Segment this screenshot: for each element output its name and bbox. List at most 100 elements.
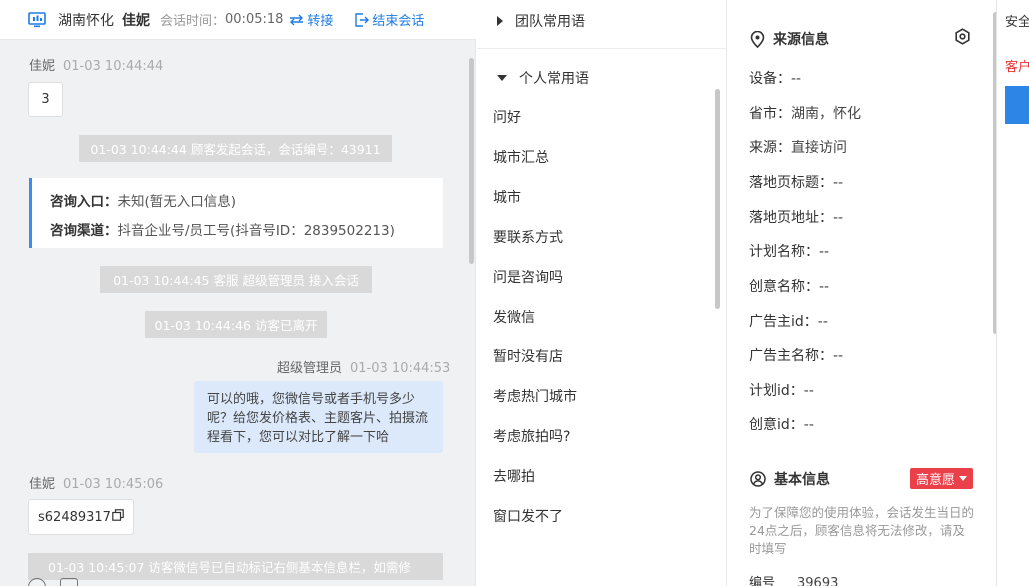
field-value: --: [803, 417, 814, 433]
field-label: 广告主名称：: [749, 348, 833, 364]
creative-id-field: 创意id：--: [749, 414, 814, 434]
personal-phrases-group[interactable]: 个人常用语: [477, 54, 727, 102]
field-label: 计划名称：: [749, 244, 819, 260]
edge-action-bar[interactable]: [1005, 86, 1029, 124]
field-value: 直接访问: [791, 140, 847, 156]
consult-entry-value: 未知(暂无入口信息): [117, 194, 237, 210]
source-info-header: 来源信息: [750, 29, 829, 49]
landing-title-field: 落地页标题：--: [749, 172, 843, 192]
system-message: 01-03 10:44:45 客服 超级管理员 接入会话: [100, 266, 372, 293]
message-time: 01-03 10:44:53: [350, 361, 451, 376]
field-value: --: [803, 383, 814, 399]
field-label: 计划id：: [749, 383, 804, 399]
session-time-label: 会话时间：: [160, 14, 226, 29]
field-value: --: [833, 348, 844, 364]
message-time: 01-03 10:44:44: [63, 59, 164, 74]
field-label: 落地页标题：: [749, 175, 833, 191]
visitor-name: 佳妮: [122, 12, 150, 29]
quick-phrases-panel: 团队常用语 个人常用语 问好 城市汇总 城市 要联系方式 问是咨询吗 发微信 暂…: [477, 0, 727, 586]
province-city-field: 省市：湖南，怀化: [749, 103, 861, 123]
source-info-title: 来源信息: [773, 32, 829, 48]
field-label: 广告主id：: [749, 314, 818, 330]
visitor-message-bubble: s62489317: [28, 499, 134, 535]
message-sender: 佳妮: [29, 59, 56, 74]
copy-icon[interactable]: [112, 509, 124, 525]
visitor-message-text: s62489317: [38, 509, 111, 525]
phrase-item[interactable]: 考虑旅拍吗?: [493, 426, 570, 446]
field-value: --: [819, 279, 830, 295]
phrase-item[interactable]: 问是咨询吗: [493, 267, 563, 287]
transfer-icon: [290, 14, 304, 25]
divider: [477, 48, 727, 49]
intent-level-dropdown[interactable]: 高意愿: [910, 468, 973, 489]
phrase-item[interactable]: 发微信: [493, 307, 535, 327]
phrase-item[interactable]: 城市: [493, 187, 521, 207]
consult-info-card: 咨询入口：未知(暂无入口信息) 咨询渠道：抖音企业号/员工号(抖音号ID：283…: [29, 178, 443, 248]
basic-info-title: 基本信息: [774, 472, 830, 488]
phrase-item[interactable]: 窗口发不了: [493, 506, 563, 526]
customer-id-field: 编号 39693: [749, 572, 838, 586]
image-icon[interactable]: [60, 578, 78, 586]
chat-panel: 湖南怀化 佳妮 会话时间： 00:05:18 转接 结束会话 佳妮 01-03 1…: [0, 0, 476, 586]
agent-message-bubble: 可以的哦，您微信号或者手机号多少呢？给您发价格表、主题客片、拍摄流程看下，您可以…: [194, 381, 443, 453]
end-session-button[interactable]: 结束会话: [355, 10, 424, 29]
field-value: --: [817, 314, 828, 330]
message-meta: 超级管理员 01-03 10:44:53: [277, 357, 450, 376]
exit-icon: [355, 12, 370, 27]
system-message: 01-03 10:45:07 访客微信号已自动标记右侧基本信息栏，如需修: [28, 553, 443, 580]
phrase-item[interactable]: 考虑热门城市: [493, 386, 577, 406]
field-value: --: [819, 244, 830, 260]
field-label: 编号: [749, 576, 776, 586]
basic-info-header: 基本信息: [750, 469, 830, 489]
side-panel-edge: 安全 客户: [996, 0, 1029, 586]
tab-customer[interactable]: 客户: [1005, 56, 1029, 75]
field-label: 来源：: [749, 140, 791, 156]
caret-down-icon: [959, 476, 967, 481]
transfer-button[interactable]: 转接: [289, 10, 333, 29]
edit-notice: 为了保障您的使用体验，会话发生当日的24点之后，顾客信息将无法修改，请及时填写: [749, 505, 975, 556]
phrase-item[interactable]: 一…: [493, 544, 521, 552]
field-value: --: [791, 71, 802, 87]
message-meta: 佳妮 01-03 10:45:06: [29, 473, 163, 492]
transfer-label: 转接: [307, 14, 334, 29]
chat-scrollbar[interactable]: [469, 58, 474, 264]
tab-security[interactable]: 安全: [1005, 11, 1029, 30]
chat-header: 湖南怀化 佳妮 会话时间： 00:05:18 转接 结束会话: [0, 0, 476, 40]
phrases-scrollbar[interactable]: [715, 89, 720, 309]
phrase-item[interactable]: 去哪拍: [493, 466, 535, 486]
team-phrases-group[interactable]: 团队常用语: [477, 0, 727, 45]
message-sender: 佳妮: [29, 477, 56, 492]
chat-workspace: 湖南怀化 佳妮 会话时间： 00:05:18 转接 结束会话 佳妮 01-03 1…: [0, 0, 1029, 586]
field-label: 落地页地址：: [749, 210, 833, 226]
visitor-message-bubble: 3: [28, 82, 63, 117]
phrase-item[interactable]: 暂时没有店: [493, 346, 563, 366]
plan-name-field: 计划名称：--: [749, 241, 829, 261]
consult-channel-value: 抖音企业号/员工号(抖音号ID：2839502213): [117, 223, 395, 239]
field-label: 创意id：: [749, 417, 804, 433]
consult-entry-key: 咨询入口：: [50, 194, 118, 210]
team-phrases-label: 团队常用语: [515, 14, 585, 30]
monitor-icon: [28, 11, 46, 28]
emoji-icon[interactable]: [28, 578, 46, 586]
system-message: 01-03 10:44:44 顾客发起会话，会话编号：43911: [79, 135, 392, 162]
session-time: 00:05:18: [225, 12, 284, 27]
field-label: 省市：: [749, 106, 791, 122]
field-value: 39693: [797, 576, 839, 586]
device-field: 设备：--: [749, 68, 801, 88]
intent-level-label: 高意愿: [915, 473, 955, 488]
phrase-item[interactable]: 城市汇总: [493, 147, 549, 167]
field-value: --: [833, 210, 844, 226]
gear-icon[interactable]: [954, 28, 971, 49]
consult-channel-key: 咨询渠道：: [50, 223, 118, 239]
field-label: 创意名称：: [749, 279, 819, 295]
consult-entry-row: 咨询入口：未知(暂无入口信息): [50, 188, 443, 217]
system-message: 01-03 10:44:46 访客已离开: [145, 311, 327, 338]
phrase-item[interactable]: 要联系方式: [493, 227, 563, 247]
field-value: 湖南，怀化: [791, 106, 861, 122]
location-pin-icon: [750, 30, 765, 48]
consult-channel-row: 咨询渠道：抖音企业号/员工号(抖音号ID：2839502213): [50, 217, 443, 246]
message-meta: 佳妮 01-03 10:44:44: [29, 55, 163, 74]
phrase-item[interactable]: 问好: [493, 107, 521, 127]
message-sender: 超级管理员: [277, 361, 343, 376]
personal-phrases-label: 个人常用语: [519, 71, 589, 87]
